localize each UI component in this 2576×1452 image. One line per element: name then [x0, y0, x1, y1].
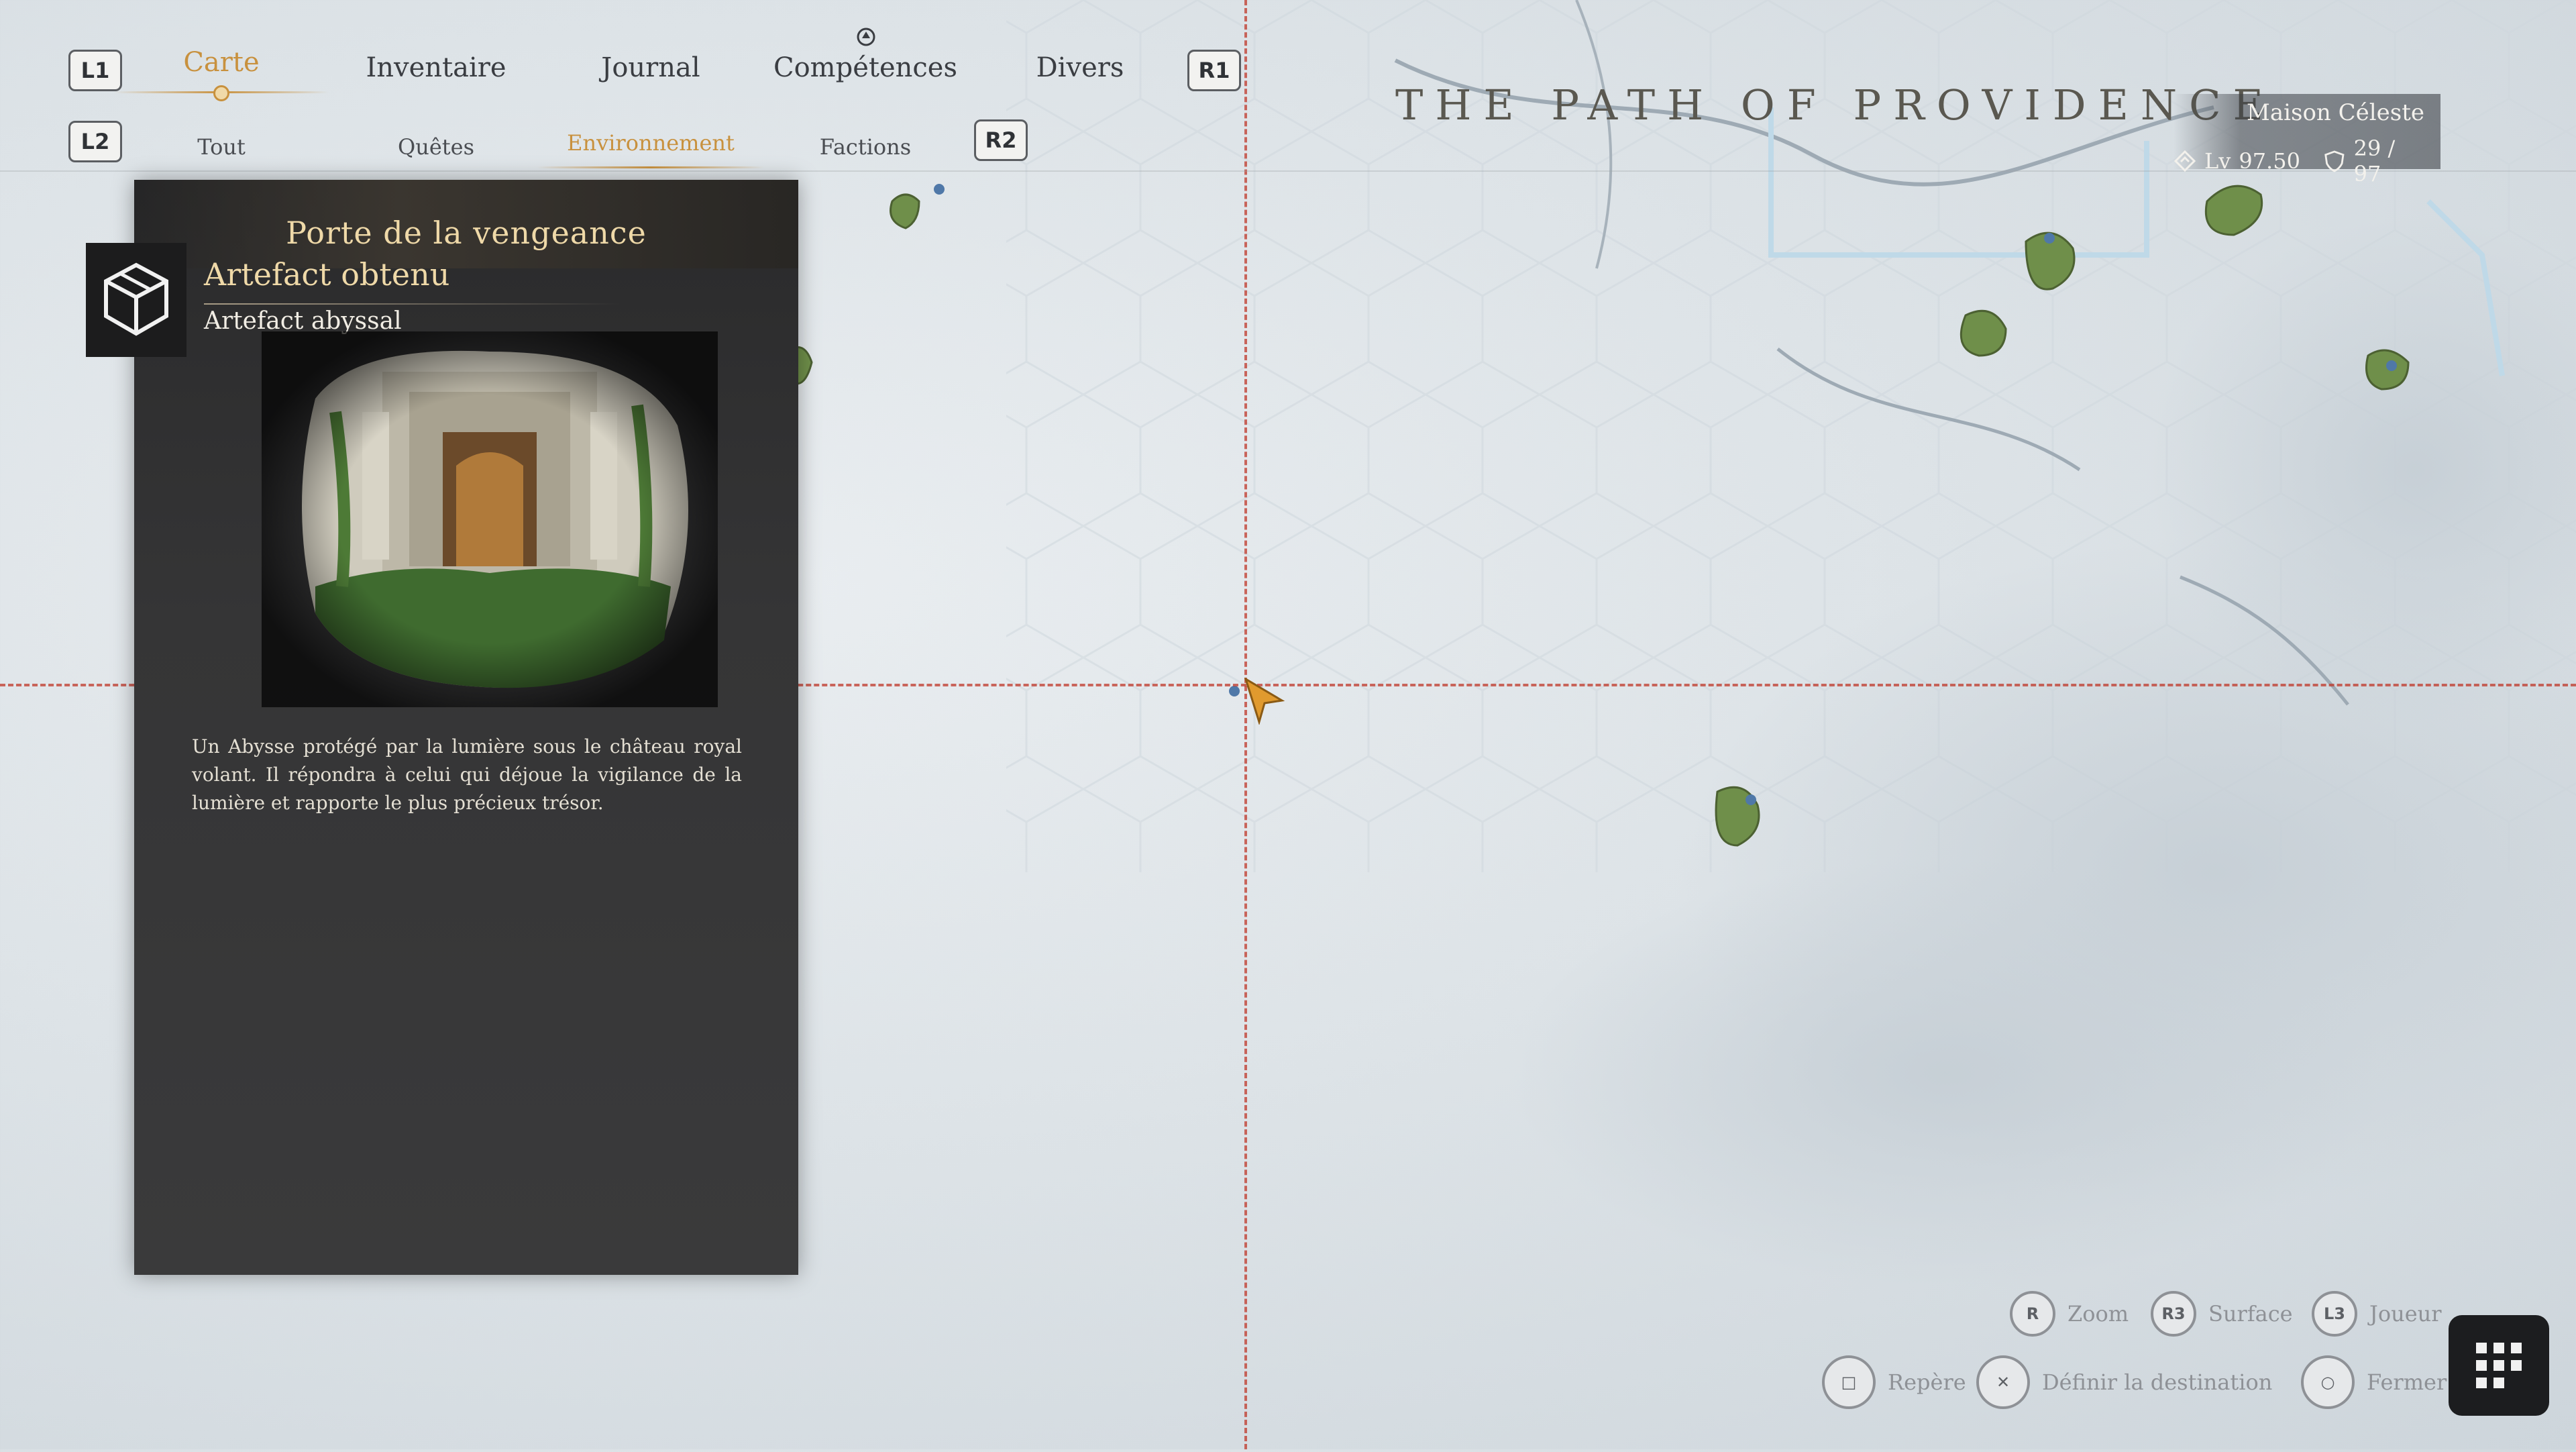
level-label: Lv	[2204, 148, 2231, 174]
status-subtitle: Artefact abyssal	[204, 307, 402, 335]
l2-button[interactable]: L2	[68, 121, 122, 162]
collectibles-count: 29 / 97	[2353, 136, 2396, 187]
hint-definir-label: Définir la destination	[2042, 1369, 2273, 1395]
region-title: THE PATH OF PROVIDENCE	[1395, 81, 2275, 129]
square-button-icon: □	[1822, 1355, 1876, 1409]
map-cursor-icon[interactable]	[1244, 678, 1285, 725]
location-info-panel: Porte de la vengeance Artefact obtenu Ar…	[134, 180, 798, 1275]
tab-carte[interactable]: Carte	[148, 47, 295, 78]
location-info-box: Maison Céleste Lv 97.50 29 / 97	[2174, 94, 2440, 187]
hint-fermer-label: Fermer	[2367, 1369, 2447, 1395]
r1-button[interactable]: R1	[1187, 50, 1241, 91]
r-stick-icon: R	[2010, 1291, 2055, 1337]
level-value: 97.50	[2239, 148, 2300, 174]
location-illustration	[262, 331, 718, 707]
hint-joueur-label: Joueur	[2369, 1301, 2442, 1327]
r3-icon: R3	[2151, 1291, 2196, 1337]
notification-icon	[857, 28, 875, 46]
crosshair-vertical	[1244, 0, 1247, 1449]
l1-button[interactable]: L1	[68, 50, 122, 91]
hint-repere-label: Repère	[1888, 1369, 1966, 1395]
l3-icon: L3	[2312, 1291, 2357, 1337]
tab-inventaire[interactable]: Inventaire	[349, 52, 523, 83]
cross-button-icon: ✕	[1976, 1355, 2030, 1409]
tab-divers[interactable]: Divers	[1006, 52, 1154, 83]
subtab-quetes[interactable]: Quêtes	[369, 134, 503, 160]
panel-title: Porte de la vengeance	[286, 215, 647, 251]
subtab-factions[interactable]: Factions	[798, 134, 932, 160]
subtab-tout[interactable]: Tout	[154, 134, 288, 160]
level-icon	[2174, 150, 2196, 172]
subtab-environnement[interactable]: Environnement	[550, 130, 751, 156]
circle-button-icon: ○	[2301, 1355, 2355, 1409]
hint-joueur[interactable]: L3 Joueur	[2312, 1291, 2442, 1337]
collectibles-stat: 29 / 97	[2323, 136, 2424, 187]
active-tab-dot	[213, 85, 229, 101]
location-description: Un Abysse protégé par la lumière sous le…	[192, 735, 742, 814]
grid-menu-icon[interactable]	[2449, 1315, 2549, 1416]
hint-fermer[interactable]: ○ Fermer	[2301, 1355, 2447, 1409]
status-title: Artefact obtenu	[204, 256, 450, 293]
shield-icon	[2324, 150, 2345, 172]
hint-zoom-label: Zoom	[2068, 1301, 2129, 1327]
location-name: Maison Céleste	[2247, 99, 2424, 126]
hint-repere[interactable]: □ Repère	[1822, 1355, 1966, 1409]
hint-surface[interactable]: R3 Surface	[2151, 1291, 2293, 1337]
status-divider	[204, 303, 620, 305]
location-stats: Lv 97.50 29 / 97	[2174, 136, 2424, 187]
level-stat: Lv 97.50	[2174, 148, 2300, 174]
tab-competences[interactable]: Compétences	[765, 52, 966, 83]
active-subtab-underline	[537, 166, 765, 168]
hint-surface-label: Surface	[2208, 1301, 2293, 1327]
hint-zoom[interactable]: R Zoom	[2010, 1291, 2129, 1337]
hint-definir-destination[interactable]: ✕ Définir la destination	[1976, 1355, 2272, 1409]
tab-journal[interactable]: Journal	[570, 52, 731, 83]
r2-button[interactable]: R2	[974, 119, 1028, 161]
artifact-cube-icon	[86, 243, 186, 357]
